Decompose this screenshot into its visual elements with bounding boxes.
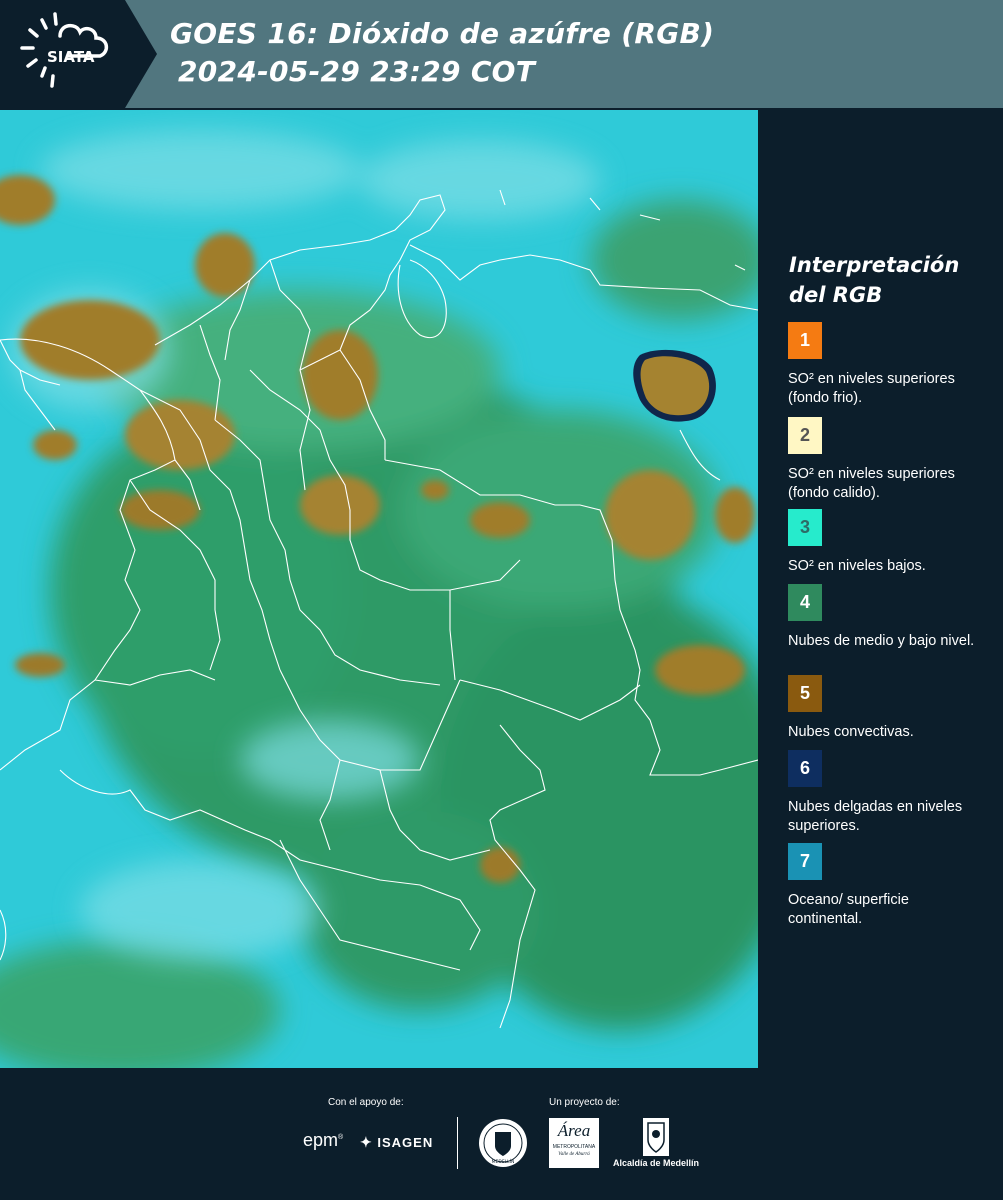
legend-swatch-5: 5 <box>788 675 822 712</box>
support-label: Con el apoyo de: <box>328 1097 404 1108</box>
isagen-icon: ✦ <box>360 1134 373 1150</box>
legend-number-4: 4 <box>799 592 810 612</box>
alcaldia-text: Alcaldía de Medellín <box>613 1158 700 1168</box>
medellin-seal-icon: MEDELLÍN <box>479 1119 527 1167</box>
legend-label-1: SO² en niveles superiores (fondo frio). <box>788 371 955 406</box>
logo-tab: SIATA <box>0 0 157 108</box>
title-line-1: GOES 16: Dióxido de azúfre (RGB) <box>170 17 715 50</box>
legend-number-7: 7 <box>799 851 810 871</box>
legend-swatch-2: 2 <box>788 417 822 454</box>
legend-label-2: SO² en niveles superiores (fondo calido)… <box>788 466 955 501</box>
legend-item-6: 6 Nubes delgadas en niveles superiores. <box>788 750 998 836</box>
legend-swatch-6: 6 <box>788 750 822 787</box>
legend-label-6: Nubes delgadas en niveles superiores. <box>788 799 963 834</box>
legend-label-4: Nubes de medio y bajo nivel. <box>788 633 975 649</box>
legend-item-3: 3 SO² en niveles bajos. <box>788 509 998 576</box>
title-line-2: 2024-05-29 23:29 COT <box>178 55 536 88</box>
legend-number-5: 5 <box>799 683 810 703</box>
legend-item-1: 1 SO² en niveles superiores (fondo frio)… <box>788 322 998 408</box>
legend-swatch-7: 7 <box>788 843 822 880</box>
legend-title-line-2: del RGB <box>789 283 883 307</box>
alcaldia-shield-icon <box>643 1118 669 1156</box>
area-logo-title: Área <box>557 1121 591 1140</box>
footer: Con el apoyo de: Un proyecto de: epm® ✦ … <box>0 1070 1003 1200</box>
seal-text: MEDELLÍN <box>492 1158 515 1165</box>
legend-label-7: Oceano/ superficie continental. <box>788 892 909 927</box>
satellite-map[interactable] <box>0 110 758 1068</box>
legend-number-1: 1 <box>799 330 810 350</box>
project-label: Un proyecto de: <box>549 1097 620 1108</box>
legend-label-5: Nubes convectivas. <box>788 724 914 740</box>
legend-swatch-3: 3 <box>788 509 822 546</box>
isagen-logo: ✦ ISAGEN <box>360 1134 433 1151</box>
legend-number-2: 2 <box>799 425 810 445</box>
legend-title-line-1: Interpretación <box>789 253 960 277</box>
footer-divider <box>457 1117 458 1169</box>
area-logo-sub-2: Valle de Aburrá <box>558 1152 590 1157</box>
logo-text: SIATA <box>47 48 95 66</box>
legend-item-5: 5 Nubes convectivas. <box>788 675 998 742</box>
legend-number-6: 6 <box>799 758 810 778</box>
legend-number-3: 3 <box>799 517 810 537</box>
area-logo-sub-1: METROPOLITANA <box>552 1144 596 1150</box>
epm-logo: epm® <box>303 1130 344 1150</box>
isagen-logo-text: ISAGEN <box>377 1135 434 1150</box>
epm-logo-text: epm <box>303 1130 339 1150</box>
header-bar: SIATA GOES 16: Dióxido de azúfre (RGB) 2… <box>0 0 1003 108</box>
legend-item-4: 4 Nubes de medio y bajo nivel. <box>788 584 998 651</box>
legend-item-2: 2 SO² en niveles superiores (fondo calid… <box>788 417 998 503</box>
legend-panel: Interpretación del RGB 1 SO² en niveles … <box>760 110 1003 1068</box>
legend-item-7: 7 Oceano/ superficie continental. <box>788 843 998 929</box>
legend-label-3: SO² en niveles bajos. <box>788 558 926 574</box>
legend-title: Interpretación del RGB <box>789 250 989 310</box>
area-metropolitana-logo: Área METROPOLITANA Valle de Aburrá <box>549 1118 599 1168</box>
legend-swatch-1: 1 <box>788 322 822 359</box>
legend-swatch-4: 4 <box>788 584 822 621</box>
